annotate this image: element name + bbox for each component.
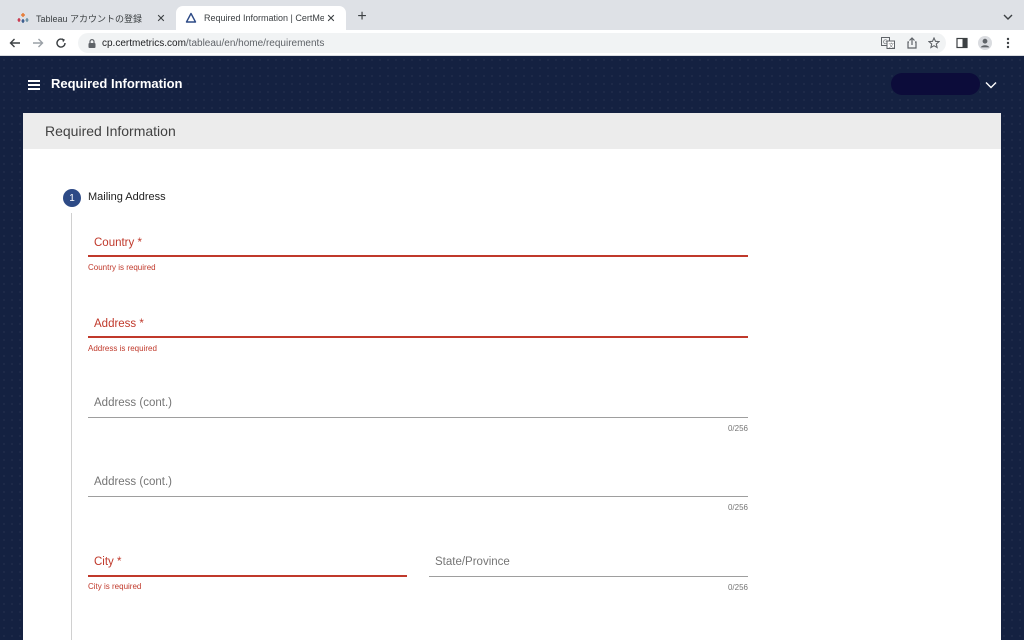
url-host: cp.certmetrics.com bbox=[102, 37, 186, 49]
tab-title: Required Information | CertMetrics bbox=[204, 13, 324, 23]
profile-avatar-icon[interactable] bbox=[977, 35, 993, 51]
url-path: /tableau/en/home/requirements bbox=[185, 37, 325, 49]
country-underline bbox=[88, 255, 748, 257]
city-error-message: City is required bbox=[88, 582, 142, 591]
tab-tableau-registration[interactable]: Tableau アカウントの登録 ✕ bbox=[8, 6, 176, 30]
address-underline bbox=[88, 336, 748, 338]
app-header-title: Required Information bbox=[51, 76, 183, 91]
reload-icon[interactable] bbox=[53, 35, 69, 51]
stepper-connector-line bbox=[71, 213, 72, 640]
state-province-input[interactable] bbox=[435, 554, 742, 572]
city-input[interactable] bbox=[94, 554, 401, 572]
tab-required-information[interactable]: Required Information | CertMetrics ✕ bbox=[176, 6, 346, 30]
app-background: Required Information Required Informatio… bbox=[0, 56, 1024, 640]
close-tab-icon[interactable]: ✕ bbox=[154, 11, 168, 25]
certmetrics-favicon-icon bbox=[184, 11, 198, 25]
lock-icon[interactable] bbox=[88, 38, 96, 48]
address-cont-field-2[interactable]: Address (cont.) 0/256 bbox=[88, 472, 748, 512]
user-account-menu[interactable] bbox=[891, 73, 980, 95]
address-input[interactable] bbox=[94, 316, 742, 334]
browser-menu-icon[interactable] bbox=[1000, 35, 1016, 51]
address-error-message: Address is required bbox=[88, 344, 157, 353]
required-information-card: Required Information 1 Mailing Address C… bbox=[23, 113, 1001, 640]
state-province-field[interactable]: State/Province 0/256 bbox=[429, 552, 748, 592]
address-bar[interactable]: cp.certmetrics.com/tableau/en/home/requi… bbox=[78, 33, 946, 53]
step-number-badge: 1 bbox=[63, 189, 81, 207]
back-arrow-icon[interactable] bbox=[7, 35, 23, 51]
state-province-underline bbox=[429, 576, 748, 577]
country-input[interactable] bbox=[94, 235, 742, 253]
address-cont-input[interactable] bbox=[94, 395, 742, 413]
tab-title: Tableau アカウントの登録 bbox=[36, 13, 143, 24]
address-cont-underline bbox=[88, 496, 748, 497]
address-cont-underline bbox=[88, 417, 748, 418]
translate-icon[interactable]: G文 bbox=[880, 35, 896, 51]
address-cont-input-2[interactable] bbox=[94, 474, 742, 492]
close-tab-icon[interactable]: ✕ bbox=[324, 11, 338, 25]
hamburger-menu-icon[interactable] bbox=[28, 80, 40, 90]
share-icon[interactable] bbox=[904, 35, 920, 51]
step-title: Mailing Address bbox=[88, 191, 166, 203]
browser-toolbar: cp.certmetrics.com/tableau/en/home/requi… bbox=[0, 30, 1024, 56]
character-counter: 0/256 bbox=[727, 424, 748, 433]
city-field[interactable]: City * City is required bbox=[88, 552, 407, 592]
city-underline bbox=[88, 575, 407, 577]
address-cont-field[interactable]: Address (cont.) 0/256 bbox=[88, 393, 748, 433]
svg-text:文: 文 bbox=[889, 42, 895, 50]
new-tab-plus-icon[interactable]: + bbox=[354, 9, 370, 25]
chevron-down-icon[interactable] bbox=[984, 78, 998, 90]
tableau-favicon-icon bbox=[16, 11, 30, 25]
card-title: Required Information bbox=[23, 113, 1001, 149]
tab-search-chevron-icon[interactable] bbox=[1002, 10, 1014, 22]
country-error-message: Country is required bbox=[88, 263, 156, 272]
character-counter: 0/256 bbox=[727, 583, 748, 592]
side-panel-icon[interactable] bbox=[954, 35, 970, 51]
app-header: Required Information bbox=[0, 56, 1024, 113]
bookmark-star-icon[interactable] bbox=[926, 35, 942, 51]
country-field[interactable]: Country * Country is required bbox=[88, 233, 748, 273]
character-counter: 0/256 bbox=[727, 503, 748, 512]
browser-tab-bar: Tableau アカウントの登録 ✕ Required Information … bbox=[0, 0, 1024, 30]
address-field[interactable]: Address * Address is required bbox=[88, 314, 748, 354]
forward-arrow-icon[interactable] bbox=[30, 35, 46, 51]
